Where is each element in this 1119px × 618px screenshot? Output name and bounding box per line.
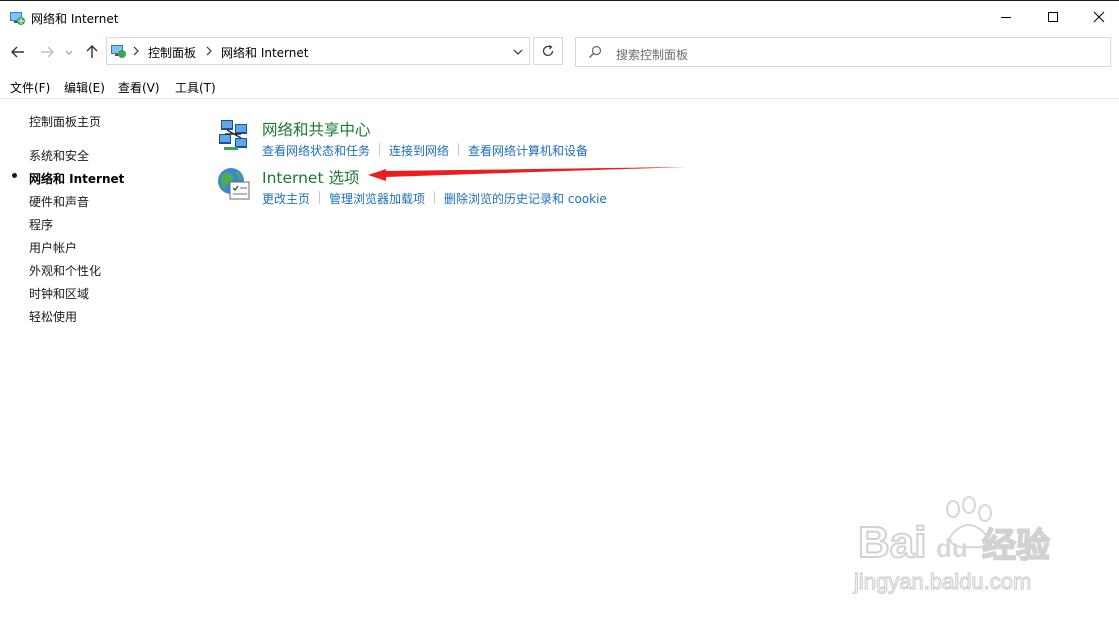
- sidebar-item-ease-of-access[interactable]: 轻松使用: [29, 308, 77, 325]
- menu-edit[interactable]: 编辑(E): [64, 79, 105, 96]
- svg-text:du: du: [936, 533, 968, 563]
- link-manage-addons[interactable]: 管理浏览器加载项: [329, 190, 425, 207]
- link-view-network-status[interactable]: 查看网络状态和任务: [262, 142, 370, 159]
- recent-dropdown-icon: [65, 50, 73, 55]
- sidebar-item-network-internet[interactable]: 网络和 Internet: [29, 170, 124, 187]
- search-placeholder: 搜索控制面板: [616, 48, 689, 62]
- sidebar-item-programs[interactable]: 程序: [29, 216, 53, 233]
- breadcrumb-separator-icon: [133, 46, 139, 56]
- search-icon: [589, 45, 602, 58]
- sidebar-item-system-security[interactable]: 系统和安全: [29, 147, 89, 164]
- address-bar[interactable]: 控制面板 网络和 Internet: [106, 37, 530, 65]
- refresh-button[interactable]: [533, 37, 563, 65]
- category-links-internet-options: 更改主页 管理浏览器加载项 删除浏览的历史记录和 cookie: [262, 190, 607, 207]
- forward-button[interactable]: [38, 43, 56, 61]
- baidu-jingyan-watermark: Bai du 经验 jingyan.baidu.com: [852, 496, 1051, 595]
- breadcrumb-separator-icon: [206, 46, 212, 56]
- navigation-bar: 控制面板 网络和 Internet 搜索控制面板: [0, 34, 1119, 70]
- link-divider: [379, 143, 381, 156]
- recent-locations-button[interactable]: [63, 43, 75, 61]
- internet-options-icon: [218, 168, 250, 200]
- network-sharing-icon: [219, 120, 247, 150]
- search-box[interactable]: 搜索控制面板: [575, 37, 1111, 67]
- sidebar-item-home[interactable]: 控制面板主页: [29, 113, 101, 130]
- window-title: 网络和 Internet: [31, 12, 119, 26]
- close-icon: [1093, 11, 1105, 23]
- category-links-network-sharing: 查看网络状态和任务 连接到网络 查看网络计算机和设备: [262, 142, 588, 159]
- title-bar: 网络和 Internet: [0, 0, 1119, 34]
- svg-text:jingyan.baidu.com: jingyan.baidu.com: [853, 569, 1031, 594]
- link-divider: [458, 143, 460, 156]
- maximize-button[interactable]: [1030, 1, 1076, 33]
- menu-tools[interactable]: 工具(T): [175, 79, 216, 96]
- up-arrow-icon: [86, 45, 98, 58]
- minimize-button[interactable]: [983, 1, 1029, 33]
- up-button[interactable]: [83, 43, 101, 61]
- control-panel-location-icon: [111, 45, 126, 58]
- back-arrow-icon: [11, 46, 24, 58]
- breadcrumb-control-panel[interactable]: 控制面板: [148, 44, 196, 61]
- menu-bar: 文件(F) 编辑(E) 查看(V) 工具(T): [0, 74, 1119, 99]
- back-button[interactable]: [9, 43, 27, 61]
- refresh-icon: [542, 44, 554, 57]
- breadcrumb-network-internet[interactable]: 网络和 Internet: [221, 44, 308, 61]
- link-divider: [434, 191, 436, 204]
- menu-view[interactable]: 查看(V): [118, 79, 160, 96]
- active-indicator-dot: [12, 173, 17, 178]
- category-title-internet-options[interactable]: Internet 选项: [262, 166, 359, 188]
- svg-text:经验: 经验: [982, 526, 1050, 566]
- address-dropdown-icon[interactable]: [511, 45, 525, 59]
- red-arrow-icon: [368, 167, 686, 181]
- link-delete-browsing-history[interactable]: 删除浏览的历史记录和 cookie: [444, 190, 607, 207]
- sidebar-item-hardware-sound[interactable]: 硬件和声音: [29, 193, 89, 210]
- link-view-network-computers[interactable]: 查看网络计算机和设备: [468, 142, 588, 159]
- svg-text:Bai: Bai: [858, 518, 926, 567]
- menu-file[interactable]: 文件(F): [10, 79, 50, 96]
- close-button[interactable]: [1076, 1, 1119, 33]
- minimize-icon: [1001, 17, 1011, 18]
- sidebar-item-user-accounts[interactable]: 用户帐户: [29, 239, 77, 256]
- link-change-homepage[interactable]: 更改主页: [262, 190, 310, 207]
- link-divider: [319, 191, 321, 204]
- category-title-network-sharing[interactable]: 网络和共享中心: [262, 118, 371, 140]
- sidebar-item-appearance[interactable]: 外观和个性化: [29, 262, 101, 279]
- network-app-icon: [10, 12, 25, 25]
- forward-arrow-icon: [41, 46, 54, 58]
- link-connect-to-network[interactable]: 连接到网络: [389, 142, 449, 159]
- maximize-icon: [1048, 12, 1058, 22]
- sidebar-item-clock-region[interactable]: 时钟和区域: [29, 285, 89, 302]
